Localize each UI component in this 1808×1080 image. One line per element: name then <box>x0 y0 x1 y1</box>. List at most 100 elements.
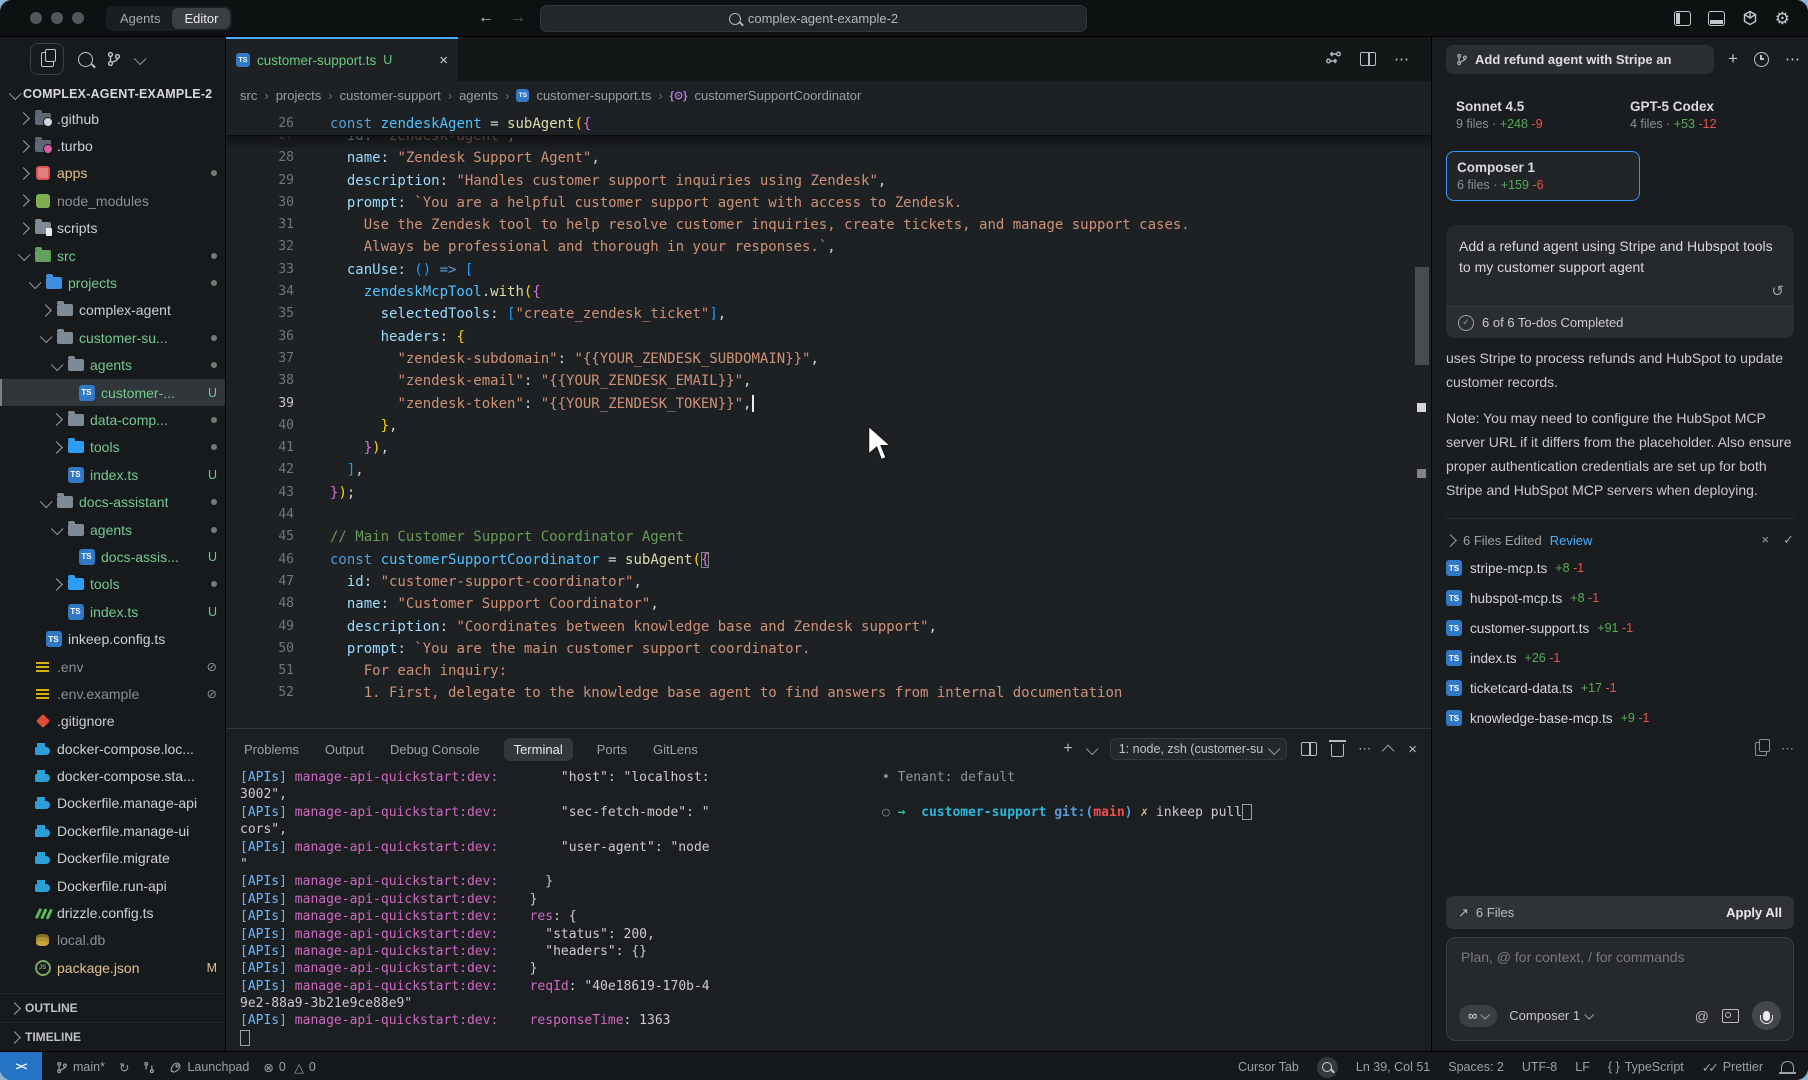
code-line-50[interactable]: 50 prompt: `You are the main customer su… <box>226 638 1431 660</box>
code-line-40[interactable]: 40 }, <box>226 415 1431 437</box>
panel-tab-debug-console[interactable]: Debug Console <box>388 738 482 761</box>
tree-item-apps[interactable]: apps <box>0 160 225 187</box>
tree-item-docs-assis-[interactable]: TSdocs-assis...U <box>0 543 225 570</box>
tree-item--turbo[interactable]: .turbo <box>0 132 225 159</box>
split-terminal-icon[interactable] <box>1301 742 1317 756</box>
editor-more-actions-icon[interactable]: ⋯ <box>1394 50 1409 68</box>
terminal-output[interactable]: [APIs] manage-api-quickstart:dev: "host"… <box>226 769 870 1051</box>
tree-item-agents[interactable]: agents <box>0 516 225 543</box>
code-line-27[interactable]: 27 id: "zendesk-agent", <box>226 136 1431 147</box>
launchpad-item[interactable]: Launchpad <box>169 1060 249 1074</box>
files-edited-chevron-icon[interactable] <box>1444 534 1457 547</box>
command-search-input[interactable]: complex-agent-example-2 <box>540 5 1087 32</box>
screen-zoom-icon[interactable] <box>1317 1057 1338 1078</box>
workspace-root[interactable]: COMPLEX-AGENT-EXAMPLE-2 <box>0 81 225 105</box>
tree-item-docs-assistant[interactable]: docs-assistant <box>0 488 225 515</box>
code-line-31[interactable]: 31 Use the Zendesk tool to help resolve … <box>226 214 1431 236</box>
terminal-session-select[interactable]: 1: node, zsh (customer-su <box>1110 738 1288 760</box>
restore-checkpoint-icon[interactable]: ↺ <box>1771 282 1784 300</box>
panel-tab-gitlens[interactable]: GitLens <box>651 738 700 761</box>
chat-more-actions-icon[interactable]: ⋯ <box>1785 50 1800 68</box>
tree-item-docker-compose-loc-[interactable]: docker-compose.loc... <box>0 735 225 762</box>
tree-item-package-json[interactable]: JSpackage.jsonM <box>0 954 225 981</box>
remote-indicator[interactable]: >< <box>0 1052 42 1080</box>
line-col-item[interactable]: Ln 39, Col 51 <box>1356 1060 1430 1074</box>
toggle-panel-icon[interactable] <box>1708 11 1725 26</box>
formatter-item[interactable]: ✓✓ Prettier <box>1702 1060 1763 1075</box>
source-control-icon[interactable] <box>107 51 121 67</box>
tree-item--env-example[interactable]: .env.example⊘ <box>0 680 225 707</box>
code-line-39[interactable]: 39 "zendesk-token": "{{YOUR_ZENDESK_TOKE… <box>226 393 1431 415</box>
forward-icon[interactable]: → <box>510 9 526 27</box>
review-link[interactable]: Review <box>1550 533 1593 548</box>
tree-item--gitignore[interactable]: .gitignore <box>0 708 225 735</box>
sync-icon[interactable]: ↻ <box>119 1060 129 1075</box>
maximize-panel-icon[interactable] <box>1382 744 1395 757</box>
tree-item-data-comp-[interactable]: data-comp... <box>0 406 225 433</box>
mention-icon[interactable]: @ <box>1695 1008 1709 1024</box>
code-line-46[interactable]: 46const customerSupportCoordinator = sub… <box>226 549 1431 571</box>
code-line-32[interactable]: 32 Always be professional and thorough i… <box>226 236 1431 258</box>
tree-item-tools[interactable]: tools <box>0 434 225 461</box>
accept-all-icon[interactable]: ✓ <box>1783 532 1794 548</box>
code-line-45[interactable]: 45// Main Customer Support Coordinator A… <box>226 526 1431 548</box>
timeline-section[interactable]: TIMELINE <box>0 1022 225 1051</box>
edited-file-row-customer-support-ts[interactable]: TScustomer-support.ts+91 -1 <box>1446 613 1794 643</box>
panel-tab-terminal[interactable]: Terminal <box>504 738 573 761</box>
attach-image-icon[interactable] <box>1722 1009 1739 1023</box>
new-chat-icon[interactable]: + <box>1728 49 1738 69</box>
model-result-sonnet[interactable]: Sonnet 4.5 9 files · +248 -9 <box>1446 93 1620 137</box>
tree-item-inkeep-config-ts[interactable]: TSinkeep.config.ts <box>0 625 225 652</box>
code-line-48[interactable]: 48 name: "Customer Support Coordinator", <box>226 593 1431 615</box>
code-line-35[interactable]: 35 selectedTools: ["create_zendesk_ticke… <box>226 303 1431 325</box>
git-compare-icon[interactable] <box>143 1061 155 1074</box>
code-line-30[interactable]: 30 prompt: `You are a helpful customer s… <box>226 192 1431 214</box>
tree-item-agents[interactable]: agents <box>0 352 225 379</box>
explorer-view-icon[interactable] <box>30 43 64 75</box>
code-line-41[interactable]: 41 }), <box>226 437 1431 459</box>
panel-more-actions-icon[interactable]: ⋯ <box>1358 741 1371 757</box>
reject-all-icon[interactable]: × <box>1762 532 1770 548</box>
model-result-composer-selected[interactable]: Composer 1 6 files · +159 -6 <box>1446 151 1640 201</box>
code-line-29[interactable]: 29 description: "Handles customer suppor… <box>226 170 1431 192</box>
code-line-49[interactable]: 49 description: "Coordinates between kno… <box>226 616 1431 638</box>
outline-section[interactable]: OUTLINE <box>0 993 225 1022</box>
toggle-sidebar-icon[interactable] <box>1674 11 1691 26</box>
window-controls[interactable] <box>30 12 84 24</box>
edited-file-row-hubspot-mcp-ts[interactable]: TShubspot-mcp.ts+8 -1 <box>1446 583 1794 613</box>
model-result-gpt5[interactable]: GPT-5 Codex 4 files · +53 -12 <box>1620 93 1794 137</box>
split-editor-icon[interactable] <box>1360 52 1376 66</box>
code-line-38[interactable]: 38 "zendesk-email": "{{YOUR_ZENDESK_EMAI… <box>226 370 1431 392</box>
code-line-52[interactable]: 52 1. First, delegate to the knowledge b… <box>226 682 1431 704</box>
edited-file-row-knowledge-base-mcp-ts[interactable]: TSknowledge-base-mcp.ts+9 -1 <box>1446 703 1794 733</box>
terminal-shell[interactable]: • Tenant: default ○ → customer-support g… <box>870 769 1431 1051</box>
gear-icon[interactable]: ⚙ <box>1775 10 1790 27</box>
history-icon[interactable] <box>1754 52 1769 67</box>
git-branch-item[interactable]: main* <box>56 1060 105 1074</box>
tree-item-customer-su-[interactable]: customer-su... <box>0 324 225 351</box>
search-view-icon[interactable] <box>78 52 93 67</box>
tree-item-tools[interactable]: tools <box>0 571 225 598</box>
close-panel-icon[interactable]: × <box>1408 741 1417 758</box>
close-tab-icon[interactable]: × <box>439 52 448 69</box>
problems-item[interactable]: ⊗ 0 △ 0 <box>263 1060 315 1075</box>
tree-item-node-modules[interactable]: node_modules <box>0 187 225 214</box>
edited-file-row-ticketcard-data-ts[interactable]: TSticketcard-data.ts+17 -1 <box>1446 673 1794 703</box>
tab-agents[interactable]: Agents <box>108 8 172 29</box>
tree-item-customer-[interactable]: TScustomer-...U <box>0 379 225 406</box>
tree-item-dockerfile-manage-api[interactable]: Dockerfile.manage-api <box>0 790 225 817</box>
editor-scrollbar[interactable] <box>1415 109 1429 728</box>
kill-terminal-icon[interactable] <box>1331 744 1344 757</box>
code-editor[interactable]: 26const zendeskAgent = subAgent({ 27 id:… <box>226 109 1431 728</box>
edited-file-row-stripe-mcp-ts[interactable]: TSstripe-mcp.ts+8 -1 <box>1446 553 1794 583</box>
scrollbar-thumb[interactable] <box>1415 267 1429 365</box>
edited-file-row-index-ts[interactable]: TSindex.ts+26 -1 <box>1446 643 1794 673</box>
indentation-item[interactable]: Spaces: 2 <box>1448 1060 1504 1074</box>
code-line-36[interactable]: 36 headers: { <box>226 326 1431 348</box>
views-chevron-icon[interactable] <box>134 52 147 65</box>
tree-item-dockerfile-run-api[interactable]: Dockerfile.run-api <box>0 872 225 899</box>
tree-item-local-db[interactable]: local.db <box>0 927 225 954</box>
tree-item-dockerfile-manage-ui[interactable]: Dockerfile.manage-ui <box>0 817 225 844</box>
todos-summary[interactable]: ✓ 6 of 6 To-dos Completed <box>1446 306 1794 338</box>
voice-input-button[interactable] <box>1752 1001 1781 1030</box>
